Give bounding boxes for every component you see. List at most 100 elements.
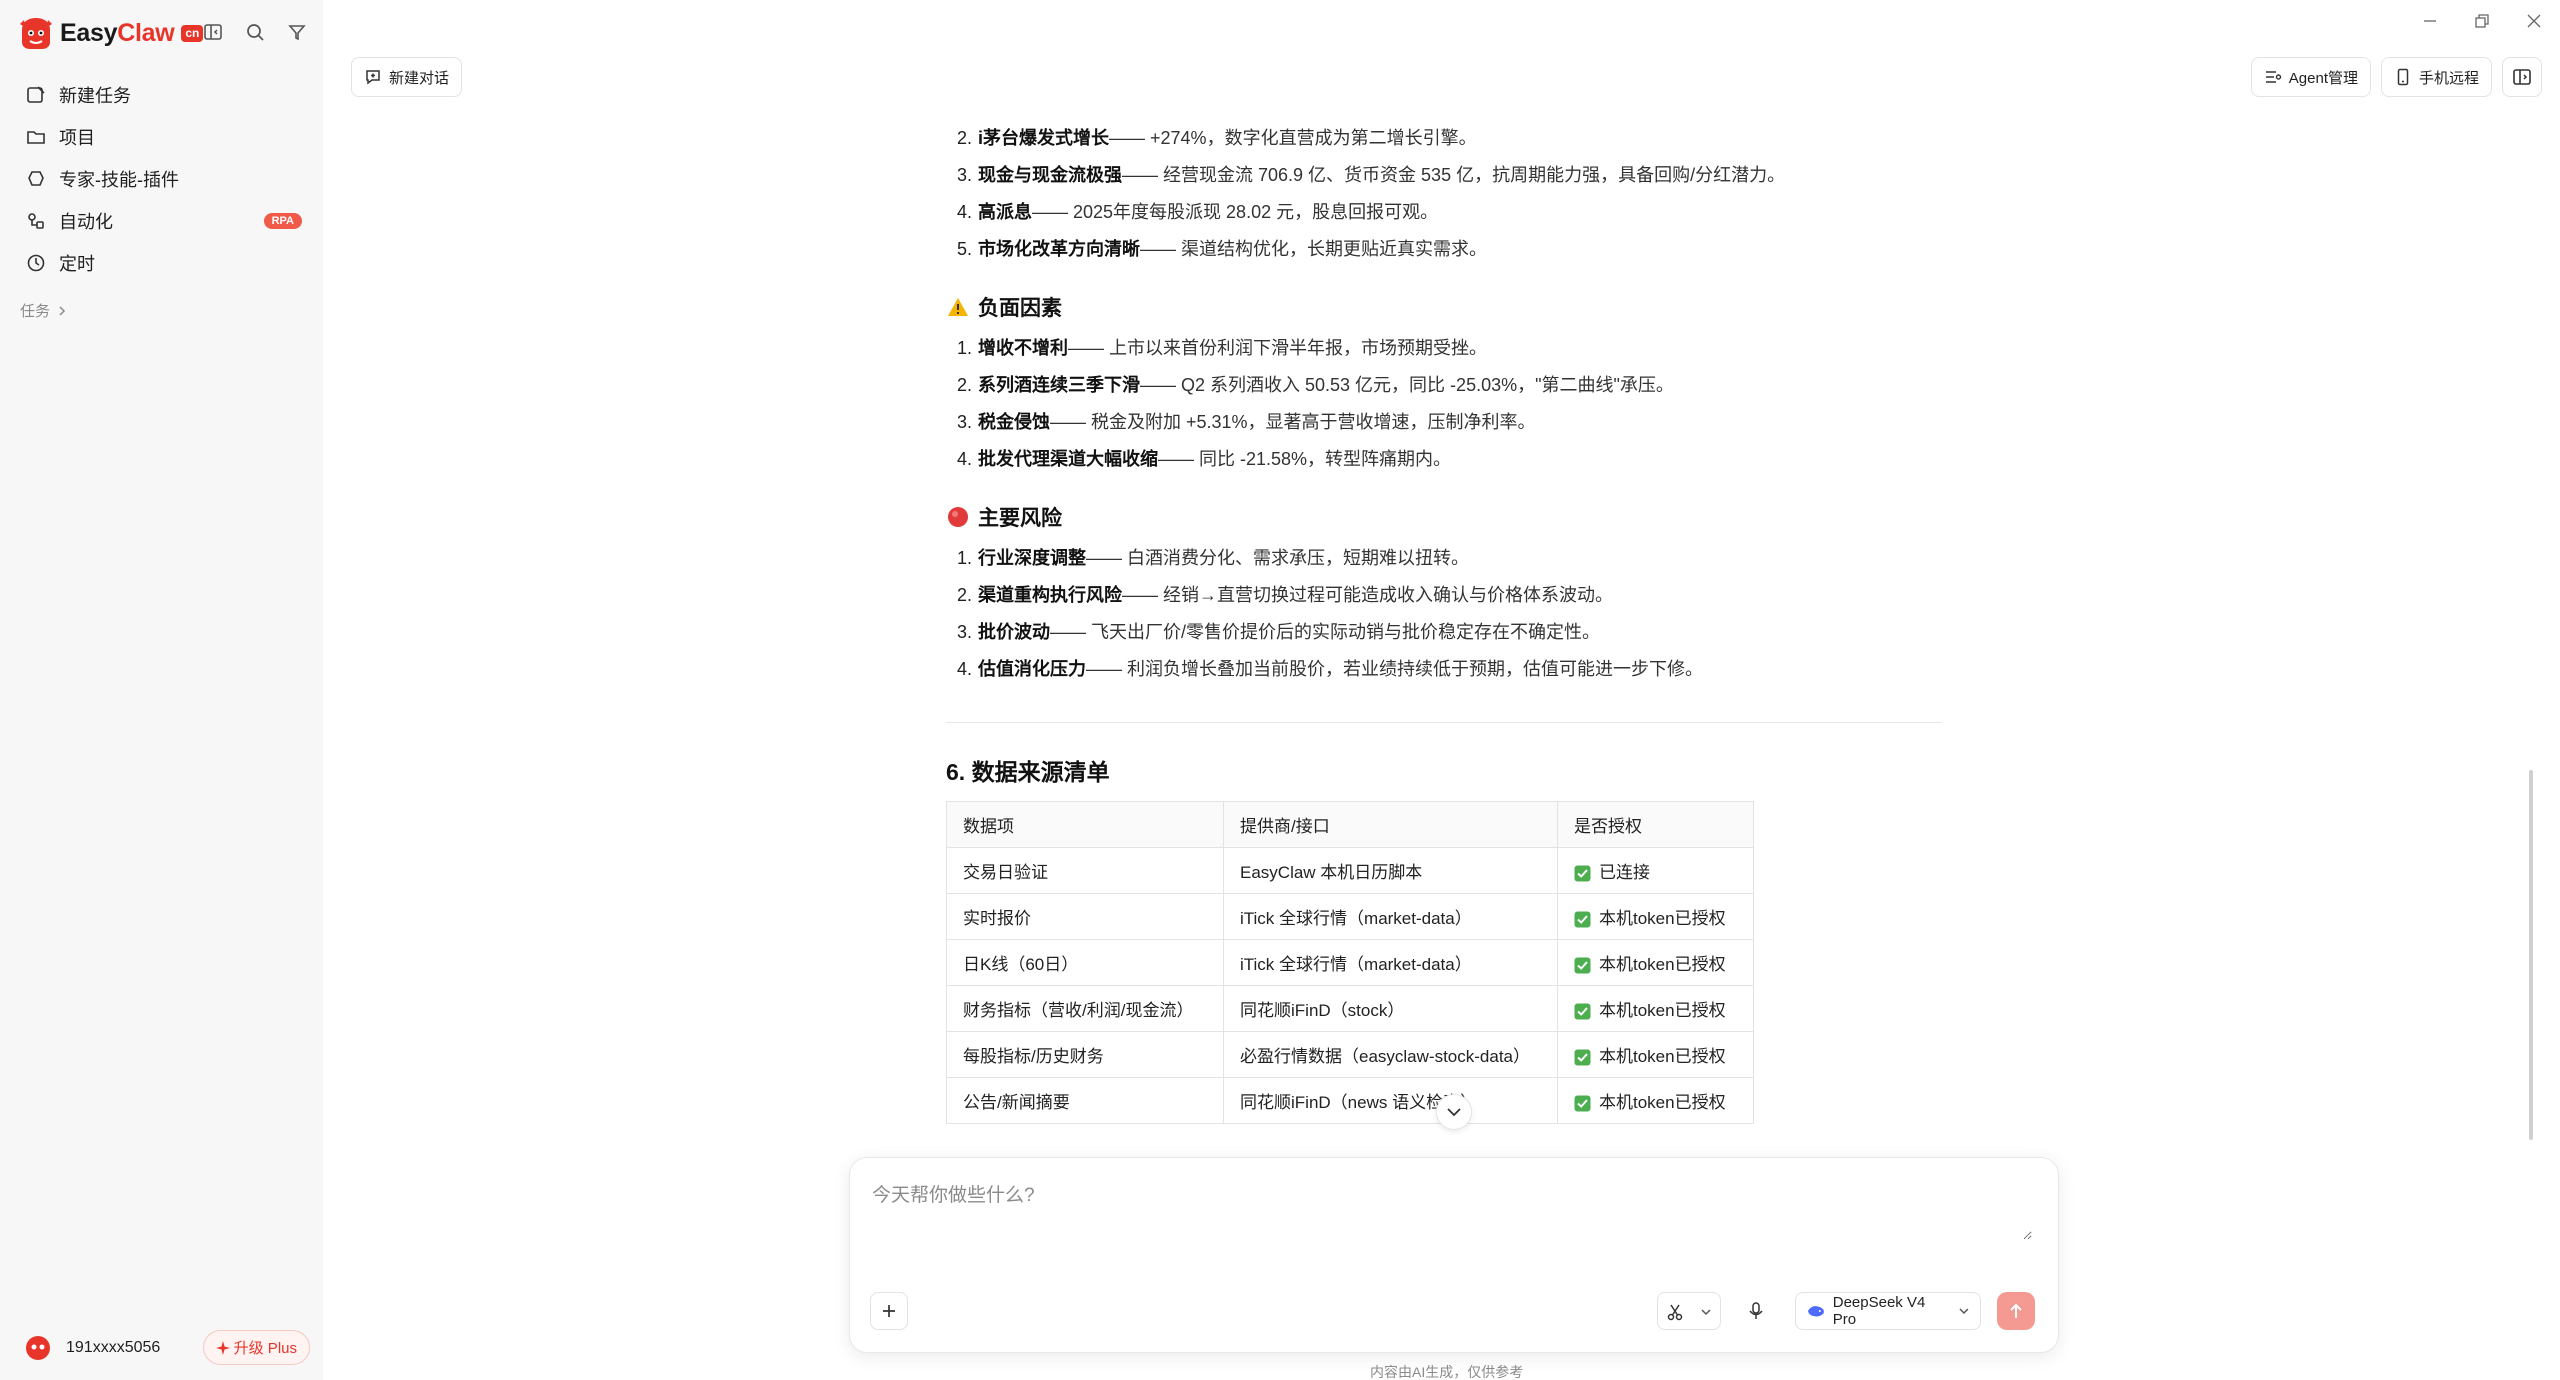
mobile-remote-button[interactable]: 手机远程 bbox=[2380, 57, 2492, 97]
deepseek-whale-icon bbox=[1807, 1306, 1824, 1317]
list-number: 1. bbox=[956, 548, 972, 568]
upgrade-label: 升级 Plus bbox=[233, 1340, 297, 1357]
checkbox-checked-icon bbox=[1574, 957, 1591, 974]
list-item-title: 批价波动 bbox=[978, 622, 1050, 642]
list-number: 4. bbox=[956, 659, 972, 679]
sidebar-item-new-task[interactable]: 新建任务 bbox=[20, 74, 302, 116]
table-cell: iTick 全球行情（market-data） bbox=[1223, 939, 1558, 986]
sidebar-item-label: 专家-技能-插件 bbox=[59, 170, 179, 190]
list-item: 4. 批发代理渠道大幅收缩 —— 同比 -21.58%，转型阵痛期内。 bbox=[946, 441, 1941, 478]
list-number: 2. bbox=[956, 128, 972, 148]
list-number: 3. bbox=[956, 165, 972, 185]
new-chat-label: 新建对话 bbox=[389, 69, 450, 87]
collapse-sidebar-icon[interactable] bbox=[200, 19, 226, 45]
new-chat-icon bbox=[366, 70, 380, 85]
sidebar-item-label: 项目 bbox=[59, 128, 95, 148]
filter-icon[interactable] bbox=[284, 19, 310, 45]
ai-disclaimer: 内容由AI生成，仅供参考 bbox=[1370, 1364, 1524, 1380]
list-item: 3. 现金与现金流极强 —— 经营现金流 706.9 亿、货币资金 535 亿，抗… bbox=[946, 157, 1941, 194]
table-header-cell: 数据项 bbox=[946, 801, 1224, 848]
search-icon[interactable] bbox=[242, 19, 268, 45]
brand[interactable]: EasyClaw cn bbox=[18, 14, 204, 52]
table-cell: 同花顺iFinD（stock） bbox=[1223, 985, 1558, 1032]
model-select[interactable]: DeepSeek V4 Pro bbox=[1795, 1292, 1981, 1330]
negatives-heading: 负面因素 bbox=[946, 284, 1941, 330]
tasks-section-toggle[interactable]: 任务 bbox=[20, 300, 66, 321]
agent-manage-label: Agent管理 bbox=[2288, 69, 2358, 87]
sidebar-item-plugins[interactable]: 专家-技能-插件 bbox=[20, 158, 302, 200]
avatar[interactable] bbox=[24, 1334, 52, 1362]
list-item-title: 现金与现金流极强 bbox=[978, 165, 1122, 185]
risks-title: 主要风险 bbox=[978, 507, 1062, 530]
list-number: 3. bbox=[956, 622, 972, 642]
restore-icon[interactable] bbox=[2456, 0, 2508, 42]
sidebar-item-schedule[interactable]: 定时 bbox=[20, 242, 302, 284]
list-item-text: —— 上市以来首份利润下滑半年报，市场预期受挫。 bbox=[1068, 338, 1487, 358]
list-item-title: 渠道重构执行风险 bbox=[978, 585, 1122, 605]
model-name: DeepSeek V4 Pro bbox=[1832, 1294, 1926, 1328]
checkbox-checked-icon bbox=[1574, 1049, 1591, 1066]
close-icon[interactable] bbox=[2508, 0, 2560, 42]
list-item: 4. 估值消化压力 —— 利润负增长叠加当前股价，若业绩持续低于预期，估值可能进一… bbox=[946, 651, 1941, 688]
folder-icon bbox=[24, 125, 48, 149]
sidebar-item-automation[interactable]: 自动化 RPA bbox=[20, 200, 302, 242]
list-item: 2. i茅台爆发式增长 —— +274%，数字化直营成为第二增长引擎。 bbox=[946, 120, 1941, 157]
sidebar-item-projects[interactable]: 项目 bbox=[20, 116, 302, 158]
table-cell-auth: 本机token已授权 bbox=[1557, 1031, 1754, 1078]
table-cell: 实时报价 bbox=[946, 893, 1224, 940]
agent-manage-button[interactable]: Agent管理 bbox=[2250, 57, 2371, 97]
window-controls bbox=[2404, 0, 2560, 42]
risks-heading: 主要风险 bbox=[946, 494, 1941, 540]
tools-select[interactable] bbox=[1657, 1292, 1721, 1330]
send-button[interactable] bbox=[1997, 1292, 2035, 1330]
table-cell-auth: 本机token已授权 bbox=[1557, 1077, 1754, 1124]
new-task-icon bbox=[24, 83, 48, 107]
table-row: 交易日验证 EasyClaw 本机日历脚本 已连接 bbox=[946, 847, 1754, 894]
brand-name: EasyClaw bbox=[60, 18, 175, 47]
add-attachment-button[interactable] bbox=[870, 1292, 908, 1330]
chat-input[interactable] bbox=[872, 1180, 2032, 1240]
list-item-title: 行业深度调整 bbox=[978, 548, 1086, 568]
list-item-title: i茅台爆发式增长 bbox=[978, 128, 1110, 148]
sidebar: EasyClaw cn 新建任务 项目 专家-技能-插件 自动化 RPA 定时 … bbox=[0, 0, 323, 1380]
auth-status: 已连接 bbox=[1599, 863, 1650, 882]
risks-list: 1. 行业深度调整 —— 白酒消费分化、需求承压，短期难以扭转。 2. 渠道重构执行风… bbox=[946, 540, 1941, 688]
list-item: 3. 税金侵蚀 —— 税金及附加 +5.31%，显著高于营收增速，压制净利率。 bbox=[946, 404, 1941, 441]
list-settings-icon bbox=[2265, 71, 2281, 83]
toggle-panel-button[interactable] bbox=[2502, 57, 2542, 97]
list-item-text: —— 同比 -21.58%，转型阵痛期内。 bbox=[1158, 449, 1452, 469]
table-cell-auth: 本机token已授权 bbox=[1557, 985, 1754, 1032]
red-circle-icon bbox=[946, 505, 970, 529]
clipped-line bbox=[946, 102, 1941, 120]
auth-status: 本机token已授权 bbox=[1599, 1001, 1726, 1020]
chevron-down-icon bbox=[1959, 1308, 1969, 1315]
scroll-to-bottom-button[interactable] bbox=[1436, 1094, 1472, 1130]
list-number: 2. bbox=[956, 375, 972, 395]
table-row: 实时报价 iTick 全球行情（market-data） 本机token已授权 bbox=[946, 893, 1754, 940]
table-cell-auth: 本机token已授权 bbox=[1557, 939, 1754, 986]
table-row: 日K线（60日） iTick 全球行情（market-data） 本机token已授… bbox=[946, 939, 1754, 986]
table-cell: iTick 全球行情（market-data） bbox=[1223, 893, 1558, 940]
positives-list: 2. i茅台爆发式增长 —— +274%，数字化直营成为第二增长引擎。 3. 现金与现… bbox=[946, 120, 1941, 268]
phone-icon bbox=[2397, 68, 2409, 86]
list-item-title: 市场化改革方向清晰 bbox=[978, 239, 1140, 259]
tool-group bbox=[1657, 1292, 1777, 1330]
minimize-icon[interactable] bbox=[2404, 0, 2456, 42]
auth-status: 本机token已授权 bbox=[1599, 955, 1726, 974]
table-header-cell: 提供商/接口 bbox=[1223, 801, 1558, 848]
list-item-title: 增收不增利 bbox=[978, 338, 1068, 358]
microphone-icon[interactable] bbox=[1739, 1292, 1773, 1330]
user-row: 191xxxx5056 升级 Plus bbox=[24, 1330, 310, 1365]
table-row: 公告/新闻摘要 同花顺iFinD（news 语义检索） 本机token已授权 bbox=[946, 1077, 1754, 1124]
upgrade-plus-button[interactable]: 升级 Plus bbox=[202, 1330, 310, 1365]
list-item-text: —— 渠道结构优化，长期更贴近真实需求。 bbox=[1140, 239, 1487, 259]
list-item-title: 估值消化压力 bbox=[978, 659, 1086, 679]
sparkle-icon bbox=[215, 1340, 230, 1355]
scrollbar[interactable] bbox=[2529, 770, 2533, 1140]
mobile-remote-label: 手机远程 bbox=[2418, 69, 2479, 87]
checkbox-checked-icon bbox=[1574, 911, 1591, 928]
new-chat-button[interactable]: 新建对话 bbox=[351, 57, 463, 97]
list-item-text: —— 税金及附加 +5.31%，显著高于营收增速，压制净利率。 bbox=[1050, 412, 1536, 432]
clock-icon bbox=[24, 251, 48, 275]
scissors-icon bbox=[1658, 1293, 1692, 1331]
